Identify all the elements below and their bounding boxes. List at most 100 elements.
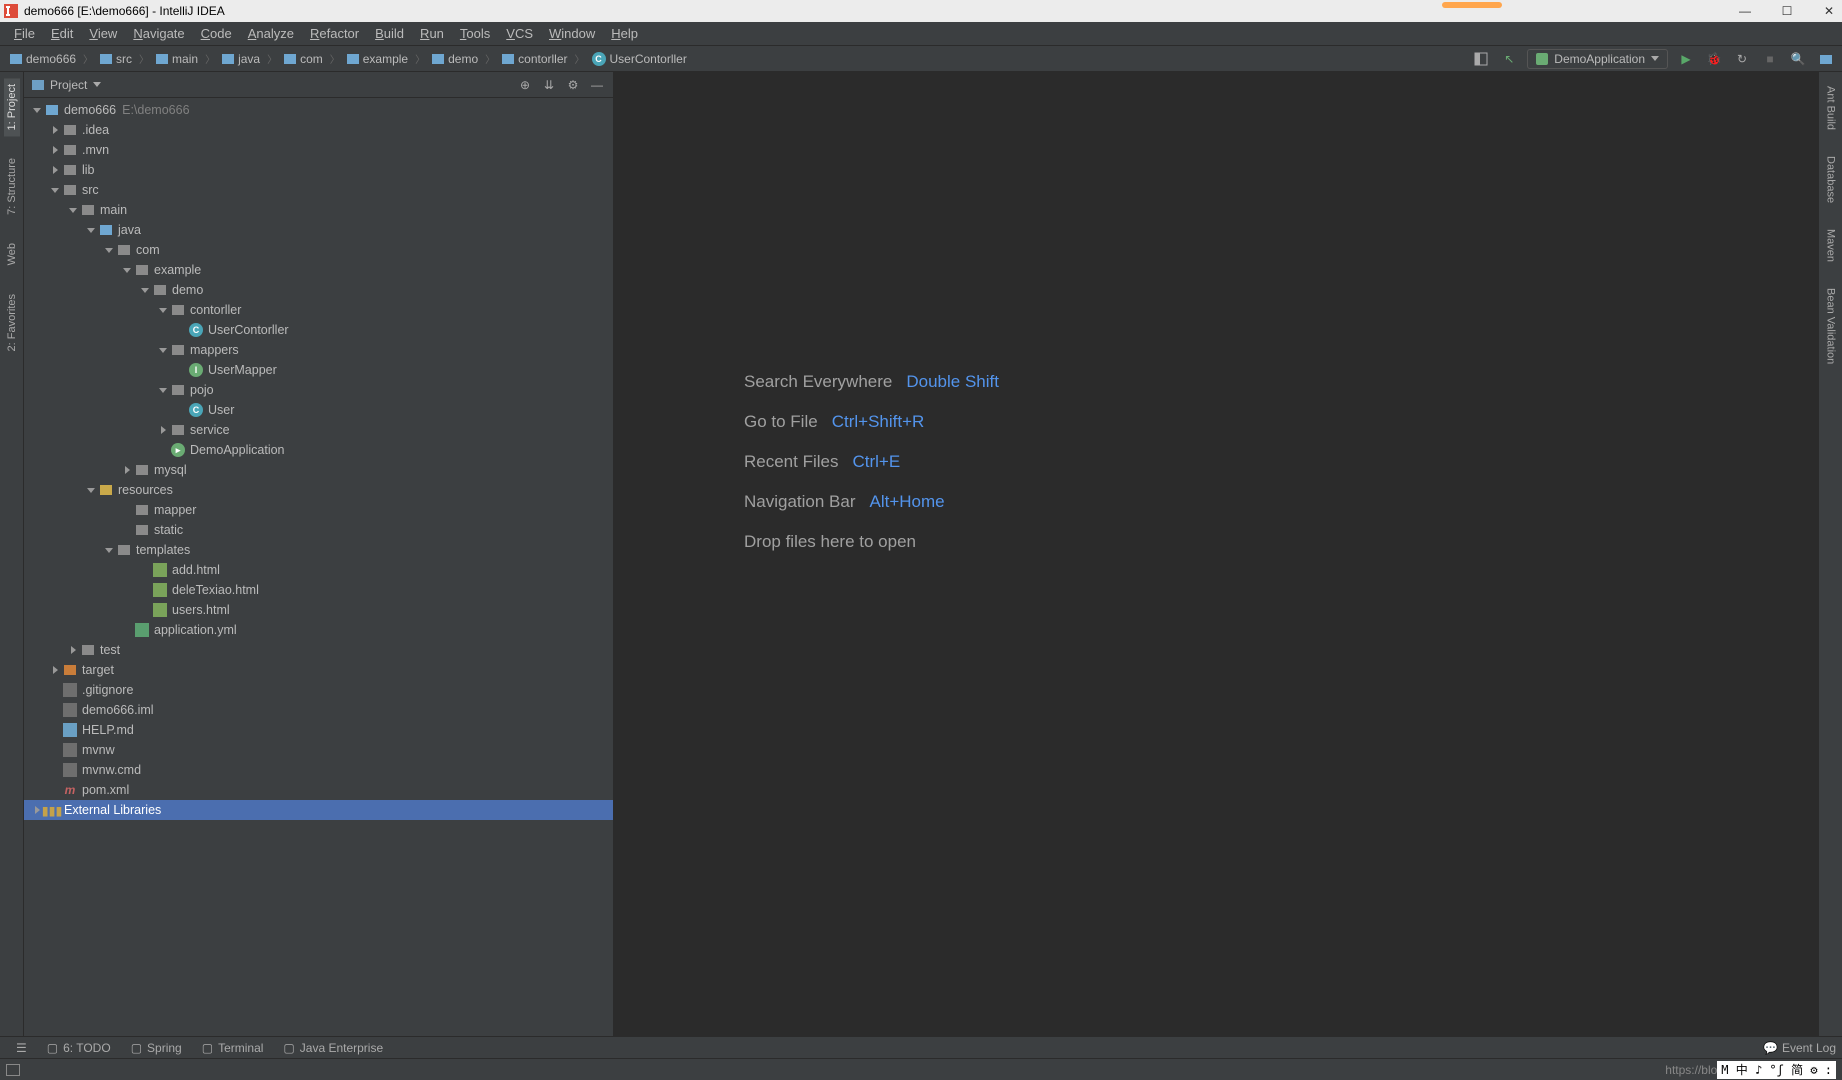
tree-arrow-icon[interactable] — [48, 126, 62, 134]
tool-tab[interactable]: ▢6: TODO — [37, 1041, 121, 1055]
right-tab[interactable]: Bean Validation — [1823, 284, 1839, 368]
breadcrumb-item[interactable]: example — [343, 52, 412, 66]
menu-edit[interactable]: Edit — [43, 22, 81, 46]
tree-row[interactable]: application.yml — [24, 620, 613, 640]
layout-icon[interactable] — [1471, 49, 1491, 69]
menu-code[interactable]: Code — [193, 22, 240, 46]
breadcrumb-item[interactable]: CUserContorller — [588, 52, 691, 66]
tool-tab[interactable]: ▢Java Enterprise — [273, 1041, 393, 1055]
run-button[interactable]: ▶ — [1676, 49, 1696, 69]
tool-windows-icon[interactable] — [6, 1064, 20, 1076]
tree-arrow-icon[interactable] — [84, 228, 98, 233]
tree-arrow-icon[interactable] — [102, 548, 116, 553]
tree-row[interactable]: service — [24, 420, 613, 440]
hide-panel-icon[interactable]: ― — [589, 77, 605, 93]
tree-row[interactable]: main — [24, 200, 613, 220]
tree-arrow-icon[interactable] — [156, 388, 170, 393]
editor-area[interactable]: Search EverywhereDouble ShiftGo to FileC… — [614, 72, 1818, 1036]
breadcrumb-item[interactable]: src — [96, 52, 136, 66]
tree-row[interactable]: mvnw — [24, 740, 613, 760]
close-button[interactable]: ✕ — [1820, 2, 1838, 20]
menu-help[interactable]: Help — [603, 22, 646, 46]
stop-button[interactable]: ■ — [1760, 49, 1780, 69]
tree-row[interactable]: java — [24, 220, 613, 240]
tree-row[interactable]: users.html — [24, 600, 613, 620]
tree-row[interactable]: demo — [24, 280, 613, 300]
left-tab[interactable]: 1: Project — [4, 78, 20, 136]
tree-arrow-icon[interactable] — [156, 426, 170, 434]
tree-arrow-icon[interactable] — [66, 646, 80, 654]
menu-navigate[interactable]: Navigate — [125, 22, 192, 46]
tree-arrow-icon[interactable] — [48, 666, 62, 674]
tree-row[interactable]: mapper — [24, 500, 613, 520]
run-config-select[interactable]: DemoApplication — [1527, 49, 1668, 69]
minimize-button[interactable]: ― — [1736, 2, 1754, 20]
left-tab[interactable]: Web — [4, 237, 20, 271]
breadcrumb-item[interactable]: main — [152, 52, 202, 66]
left-tab[interactable]: 2: Favorites — [4, 288, 20, 357]
tree-row[interactable]: contorller — [24, 300, 613, 320]
ime-indicator[interactable]: M 中 ♪ °ʃ 简 ⚙ : — [1717, 1061, 1836, 1079]
tree-arrow-icon[interactable] — [30, 108, 44, 113]
menu-refactor[interactable]: Refactor — [302, 22, 367, 46]
menu-window[interactable]: Window — [541, 22, 603, 46]
tree-arrow-icon[interactable] — [156, 308, 170, 313]
tree-row[interactable]: CUserContorller — [24, 320, 613, 340]
project-structure-icon[interactable] — [1816, 49, 1836, 69]
project-panel-title[interactable]: Project — [32, 78, 101, 92]
locate-icon[interactable]: ⊕ — [517, 77, 533, 93]
collapse-all-icon[interactable]: ⇊ — [541, 77, 557, 93]
menu-tools[interactable]: Tools — [452, 22, 498, 46]
right-tab[interactable]: Ant Build — [1823, 82, 1839, 134]
gear-icon[interactable]: ⚙ — [565, 77, 581, 93]
tree-row[interactable]: .mvn — [24, 140, 613, 160]
menu-build[interactable]: Build — [367, 22, 412, 46]
tree-arrow-icon[interactable] — [66, 208, 80, 213]
right-tab[interactable]: Maven — [1823, 225, 1839, 266]
tree-row[interactable]: demo666E:\demo666 — [24, 100, 613, 120]
tree-row[interactable]: mysql — [24, 460, 613, 480]
tree-arrow-icon[interactable] — [102, 248, 116, 253]
tree-arrow-icon[interactable] — [48, 166, 62, 174]
maximize-button[interactable]: ☐ — [1778, 2, 1796, 20]
project-tree[interactable]: demo666E:\demo666.idea.mvnlibsrcmainjava… — [24, 98, 613, 1036]
tree-row[interactable]: add.html — [24, 560, 613, 580]
tree-row[interactable]: pojo — [24, 380, 613, 400]
tree-row[interactable]: test — [24, 640, 613, 660]
tree-row[interactable]: mappers — [24, 340, 613, 360]
tree-row[interactable]: .gitignore — [24, 680, 613, 700]
event-log-tab[interactable]: 💬Event Log — [1763, 1041, 1836, 1055]
debug-button[interactable]: 🐞 — [1704, 49, 1724, 69]
tree-row[interactable]: resources — [24, 480, 613, 500]
tool-tab-lead[interactable]: ☰ — [6, 1041, 37, 1055]
tree-row[interactable]: ▸DemoApplication — [24, 440, 613, 460]
menu-file[interactable]: File — [6, 22, 43, 46]
tree-row[interactable]: src — [24, 180, 613, 200]
tree-arrow-icon[interactable] — [156, 348, 170, 353]
tree-row[interactable]: CUser — [24, 400, 613, 420]
menu-run[interactable]: Run — [412, 22, 452, 46]
tree-row[interactable]: deleTexiao.html — [24, 580, 613, 600]
tree-row[interactable]: mvnw.cmd — [24, 760, 613, 780]
tree-row[interactable]: lib — [24, 160, 613, 180]
menu-view[interactable]: View — [81, 22, 125, 46]
search-icon[interactable]: 🔍 — [1788, 49, 1808, 69]
tree-row[interactable]: .idea — [24, 120, 613, 140]
breadcrumb-item[interactable]: contorller — [498, 52, 571, 66]
left-tab[interactable]: 7: Structure — [4, 152, 20, 221]
back-arrow-icon[interactable]: ↖ — [1499, 49, 1519, 69]
tree-row[interactable]: example — [24, 260, 613, 280]
tree-row[interactable]: templates — [24, 540, 613, 560]
right-tab[interactable]: Database — [1823, 152, 1839, 207]
tool-tab[interactable]: ▢Terminal — [192, 1041, 274, 1055]
tree-row[interactable]: HELP.md — [24, 720, 613, 740]
tree-row[interactable]: target — [24, 660, 613, 680]
tree-row[interactable]: ▮▮▮External Libraries — [24, 800, 613, 820]
tree-arrow-icon[interactable] — [48, 188, 62, 193]
tree-arrow-icon[interactable] — [84, 488, 98, 493]
tree-row[interactable]: static — [24, 520, 613, 540]
menu-vcs[interactable]: VCS — [498, 22, 541, 46]
tree-row[interactable]: demo666.iml — [24, 700, 613, 720]
tree-row[interactable]: com — [24, 240, 613, 260]
tool-tab[interactable]: ▢Spring — [121, 1041, 192, 1055]
